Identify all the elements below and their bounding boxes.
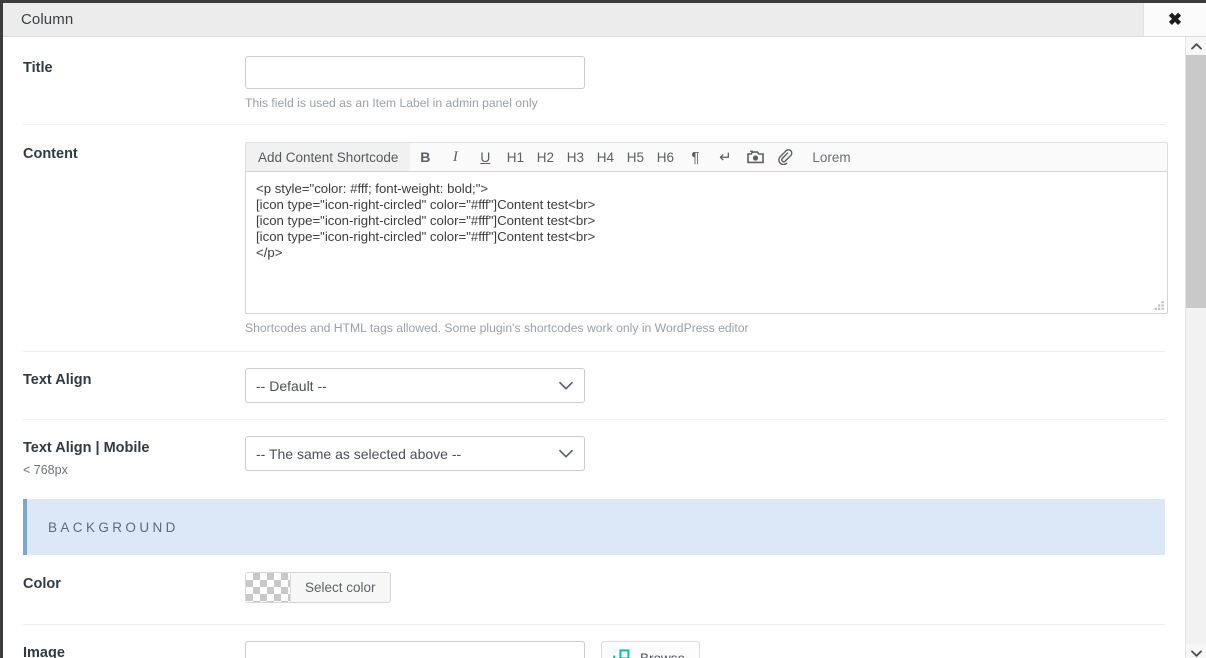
label-text-align-mobile-breakpoint: < 768px [23, 463, 68, 477]
label-content: Content [23, 146, 78, 162]
modal-titlebar: Column ✖ [3, 3, 1206, 37]
underline-button[interactable]: U [475, 143, 495, 171]
image-input[interactable] [245, 641, 585, 658]
browse-label: Browse [640, 650, 686, 658]
text-align-selected-value: -- Default -- [256, 377, 327, 394]
close-button[interactable]: ✖ [1143, 3, 1206, 36]
color-picker-button[interactable]: Select color [245, 572, 391, 603]
italic-button[interactable]: I [445, 143, 465, 171]
paragraph-icon[interactable]: ¶ [685, 143, 705, 171]
bold-button[interactable]: B [415, 143, 435, 171]
camera-icon[interactable] [745, 143, 765, 171]
section-header-background-label: BACKGROUND [48, 519, 179, 535]
select-color-label: Select color [291, 573, 390, 602]
field-row-content: Content Add Content Shortcode B I U H1 H… [3, 124, 1185, 351]
label-text-align: Text Align [23, 372, 92, 388]
editor-toolbar: Add Content Shortcode B I U H1 H2 H3 H4 … [245, 142, 1168, 171]
add-content-shortcode-button[interactable]: Add Content Shortcode [246, 143, 411, 171]
heading-3-button[interactable]: H3 [565, 143, 585, 171]
content-help-text: Shortcodes and HTML tags allowed. Some p… [245, 321, 749, 335]
column-settings-modal: Column ✖ Title This field is used as an … [0, 0, 1206, 658]
text-align-mobile-select[interactable]: -- The same as selected above -- [245, 436, 585, 471]
scrollbar-up-button[interactable] [1186, 37, 1206, 55]
label-image: Image [23, 645, 65, 658]
link-icon[interactable] [775, 143, 795, 171]
vertical-scrollbar[interactable] [1185, 37, 1206, 658]
text-align-select[interactable]: -- Default -- [245, 368, 585, 403]
label-text-align-mobile-text: Text Align | Mobile [23, 440, 150, 456]
title-help-text: This field is used as an Item Label in a… [245, 96, 538, 110]
chevron-up-icon [1190, 42, 1202, 49]
label-color: Color [23, 576, 61, 592]
title-input[interactable] [245, 56, 585, 89]
content-textarea[interactable]: <p style="color: #fff; font-weight: bold… [245, 171, 1168, 314]
text-align-mobile-selected-value: -- The same as selected above -- [256, 445, 462, 462]
browse-button[interactable]: Browse [601, 641, 701, 658]
field-row-text-align-mobile: Text Align | Mobile < 768px -- The same … [3, 419, 1185, 493]
media-library-icon [613, 648, 630, 658]
modal-title: Column [21, 11, 74, 28]
heading-5-button[interactable]: H5 [625, 143, 645, 171]
heading-2-button[interactable]: H2 [535, 143, 555, 171]
heading-1-button[interactable]: H1 [505, 143, 525, 171]
heading-6-button[interactable]: H6 [655, 143, 675, 171]
close-icon: ✖ [1167, 10, 1183, 29]
section-header-background: BACKGROUND [23, 499, 1165, 555]
label-title: Title [23, 60, 53, 76]
label-text-align-mobile: Text Align | Mobile < 768px [23, 436, 245, 477]
field-row-text-align: Text Align -- Default -- [3, 351, 1185, 419]
color-swatch [246, 573, 291, 602]
field-row-image: Image Browse [3, 624, 1185, 658]
scrollbar-thumb[interactable] [1186, 55, 1206, 308]
settings-scroll-area: Title This field is used as an Item Labe… [3, 37, 1206, 658]
settings-form: Title This field is used as an Item Labe… [3, 37, 1185, 658]
chevron-down-icon [1190, 650, 1202, 657]
heading-4-button[interactable]: H4 [595, 143, 615, 171]
line-break-icon[interactable]: ↵ [715, 143, 735, 171]
scrollbar-down-button[interactable] [1186, 644, 1206, 658]
lorem-button[interactable]: Lorem [812, 150, 850, 165]
field-row-title: Title This field is used as an Item Labe… [3, 37, 1185, 124]
field-row-color: Color Select color [3, 555, 1185, 624]
